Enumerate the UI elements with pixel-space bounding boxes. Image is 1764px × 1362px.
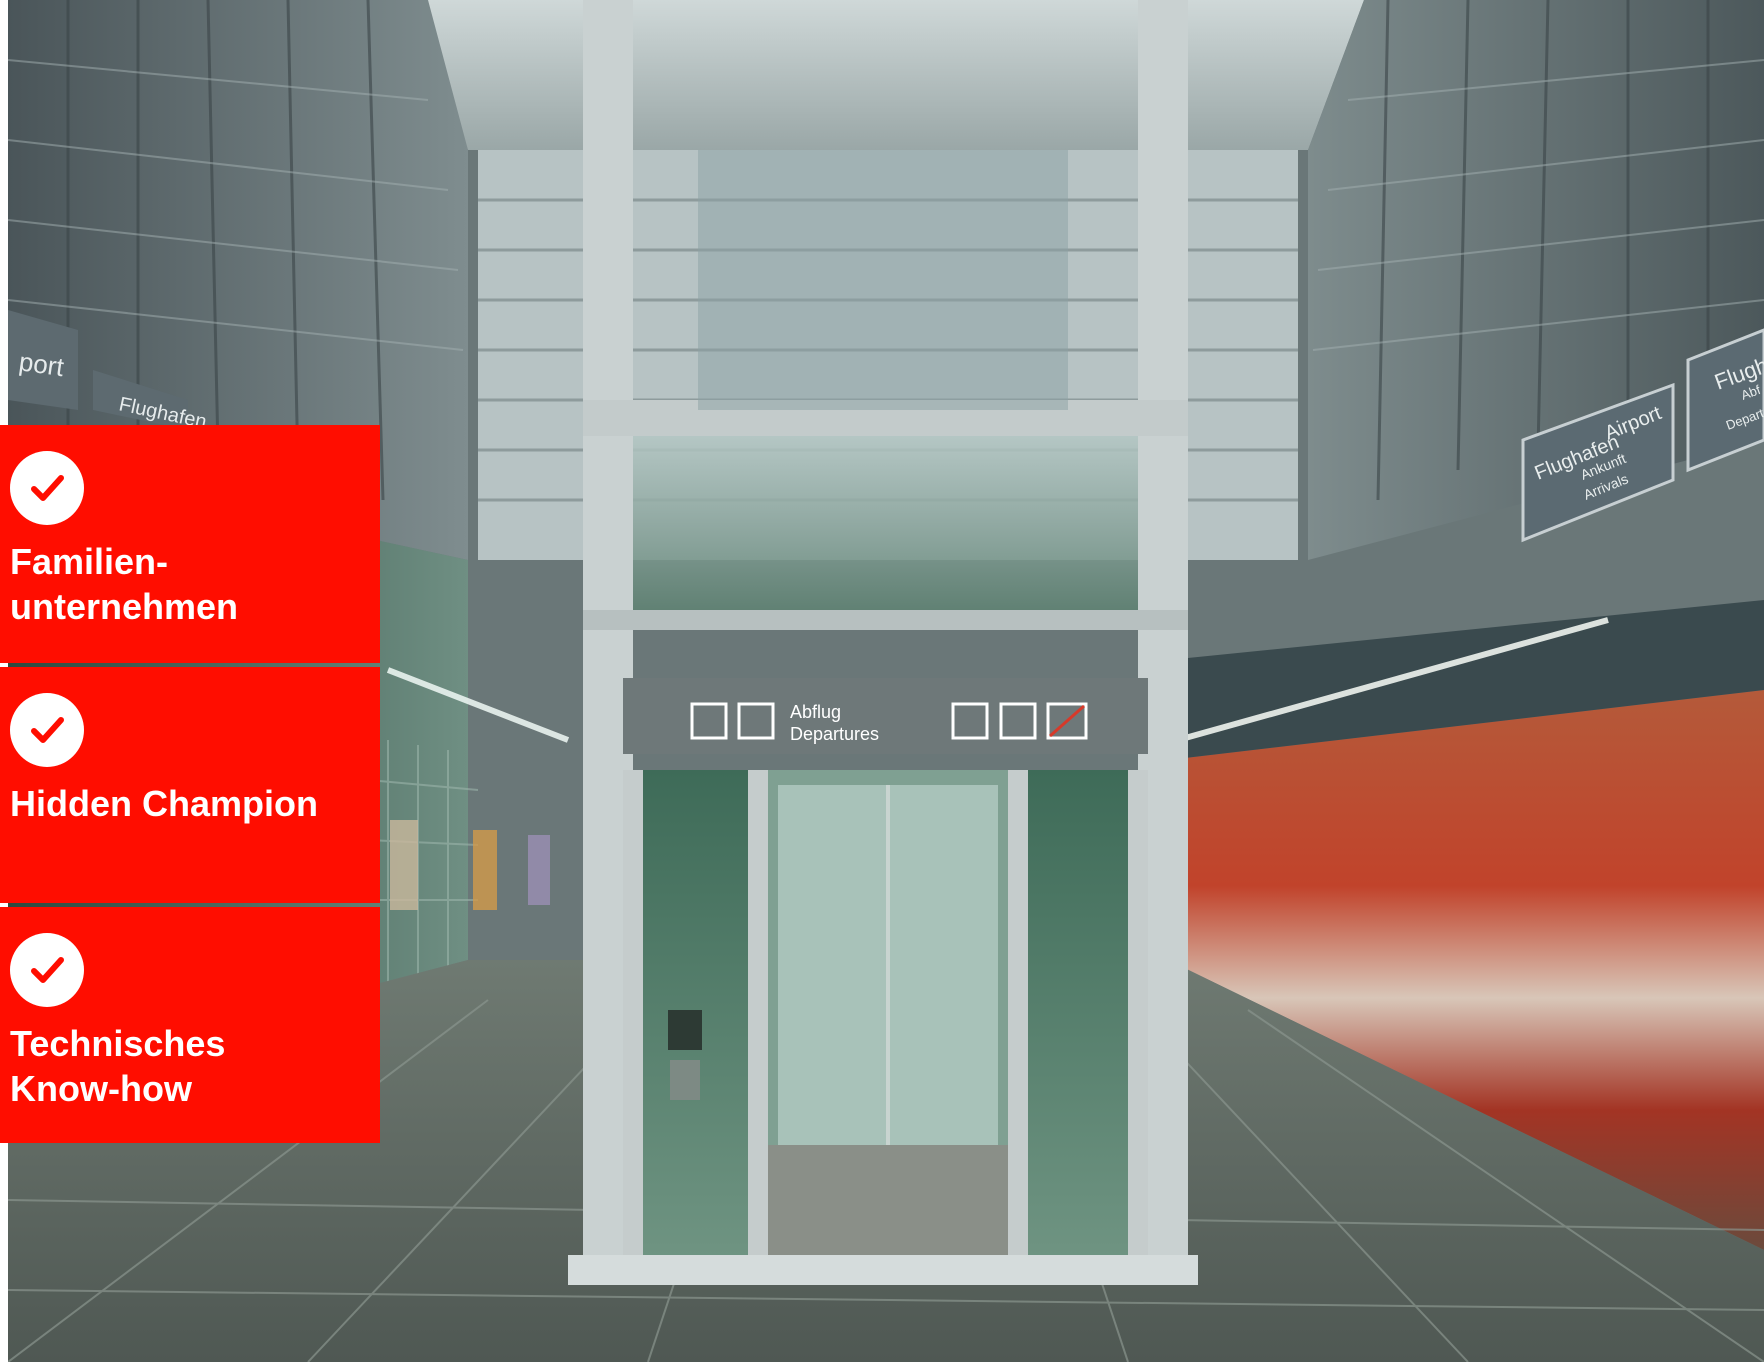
elevator-sign-abflug: Abflug (790, 702, 841, 722)
feature-card-hidden-champion: Hidden Champion (0, 667, 380, 903)
feature-title: Technisches Know-how (10, 1023, 226, 1109)
check-circle-icon (10, 451, 84, 525)
feature-title: Hidden Champion (10, 783, 318, 824)
feature-panel: Familien- unternehmen Hidden Champion Te… (0, 425, 380, 1143)
check-circle-icon (10, 693, 84, 767)
feature-card-technisches-know-how: Technisches Know-how (0, 907, 380, 1143)
page: Abflug Departures port Flughafen Flughaf… (0, 0, 1764, 1362)
elevator-sign-departures: Departures (790, 724, 879, 744)
check-circle-icon (10, 933, 84, 1007)
feature-card-familienunternehmen: Familien- unternehmen (0, 425, 380, 663)
left-wall-sign-port: port (17, 346, 66, 382)
feature-title: Familien- unternehmen (10, 541, 239, 627)
